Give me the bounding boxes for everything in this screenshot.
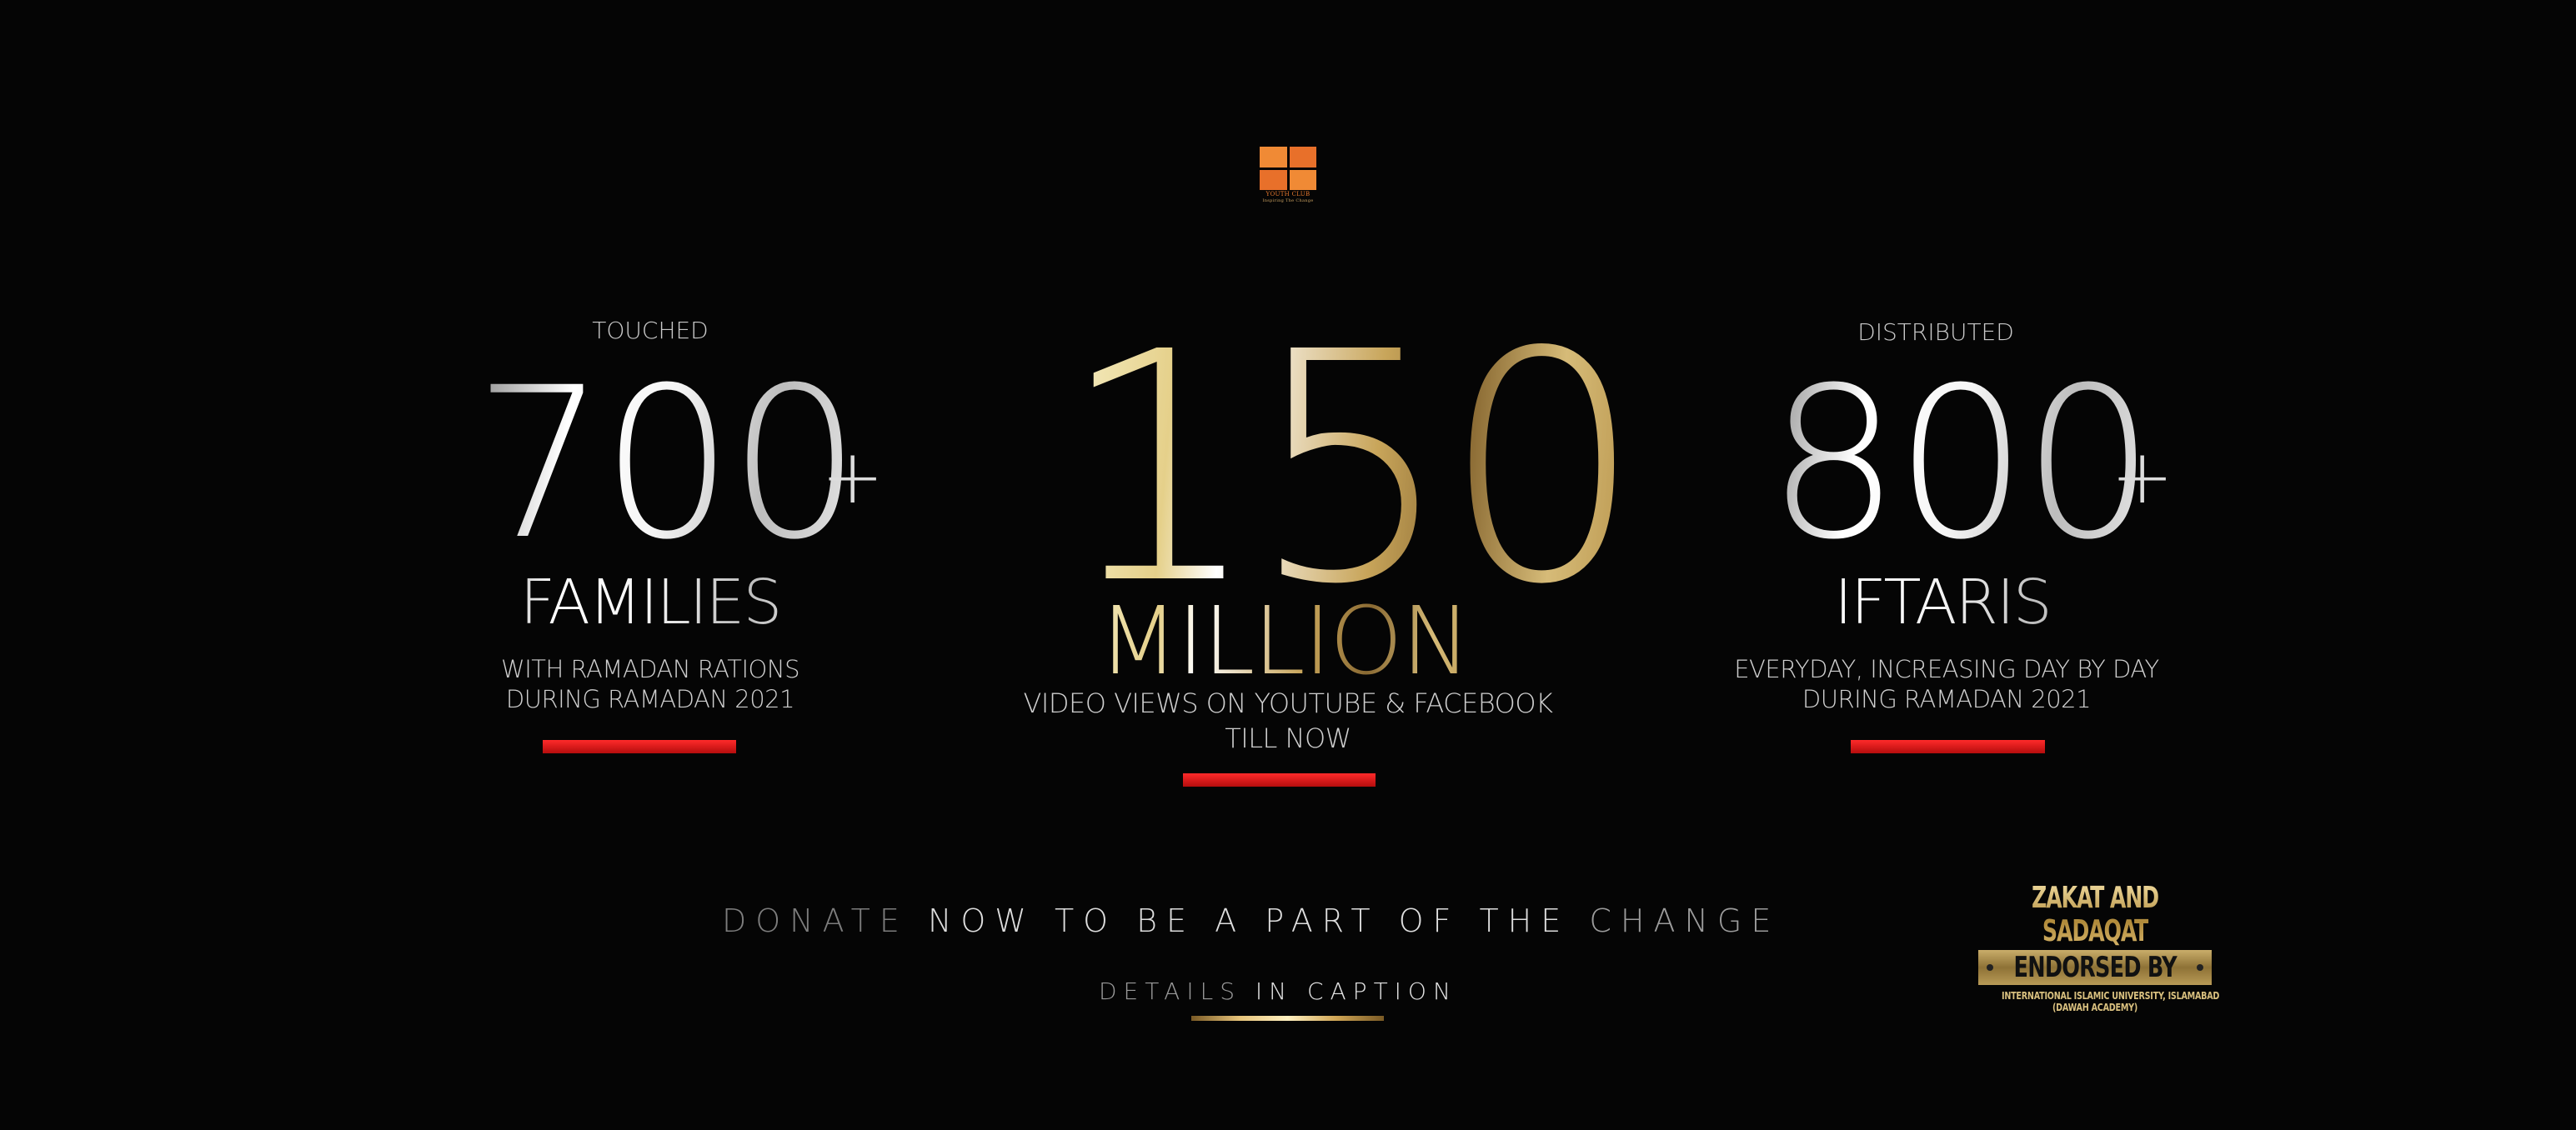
stat-unit-center: MILLION [1075,588,1492,696]
stat-unit: FAMILIES [467,567,834,638]
gold-underline [1191,1016,1384,1021]
stat-desc-line1: EVERYDAY, INCREASING DAY BY DAY [1734,655,2159,683]
stat-desc-line2: DURING RAMADAN 2021 [505,685,795,713]
stat-number-right: 800 [1767,342,2155,585]
cta-word-donate: DONATE [722,902,909,939]
stat-number: 700 [474,342,861,585]
donate-tagline: DONATE NOW TO BE A PART OF THE CHANGE [722,902,1780,939]
endorsement-badge: ZAKAT AND SADAQAT ENDORSED BY INTERNATIO… [1978,882,2219,1013]
rivet-icon [2197,964,2203,971]
stat-number-center: 150 [1059,284,1643,653]
cta-word-change: CHANGE [1589,902,1781,939]
stat-unit-right: IFTARIS [1759,567,2126,638]
badge-endorsed-by: ENDORSED BY [2013,951,2177,984]
logo-mark-icon [1260,147,1316,190]
stat-description-right: EVERYDAY, INCREASING DAY BY DAY DURING R… [1709,654,2184,714]
stat-description: WITH RAMADAN RATIONS DURING RAMADAN 2021 [434,654,867,714]
stat-desc-line1: VIDEO VIEWS ON YOUTUBE & FACEBOOK [1023,688,1553,719]
red-underline [543,740,736,753]
details-word: DETAILS [1099,978,1241,1005]
badge-academy: (DAWAH ACADEMY) [2052,1002,2138,1013]
stat-desc-line1: WITH RAMADAN RATIONS [501,655,799,683]
stat-families: TOUCHED [467,317,834,344]
logo-caption: YOUTH CLUB [1265,191,1311,198]
rivet-icon [1987,964,1993,971]
youth-club-logo: YOUTH CLUB Inspiring The Change [1260,147,1316,208]
stat-description-center: VIDEO VIEWS ON YOUTUBE & FACEBOOK TILL N… [1000,686,1576,756]
red-underline-center [1183,773,1376,787]
logo-tagline: Inspiring The Change [1262,198,1314,203]
cta-middle-text: NOW TO BE A PART OF THE [927,902,1571,939]
badge-university: INTERNATIONAL ISLAMIC UNIVERSITY, ISLAMA… [2002,990,2220,1002]
stat-suffix-right: + [2111,433,2174,521]
red-underline-right [1851,740,2045,753]
stat-desc-line2: TILL NOW [1225,722,1351,754]
badge-band: ENDORSED BY [1978,950,2212,985]
in-caption-text: IN CAPTION [1255,978,1457,1005]
stat-suffix: + [821,433,885,521]
stat-kicker: TOUCHED [592,317,709,344]
stat-desc-line2: DURING RAMADAN 2021 [1802,685,2092,713]
details-caption: DETAILS IN CAPTION [1099,978,1457,1005]
badge-title: ZAKAT AND SADAQAT [2004,882,2186,948]
